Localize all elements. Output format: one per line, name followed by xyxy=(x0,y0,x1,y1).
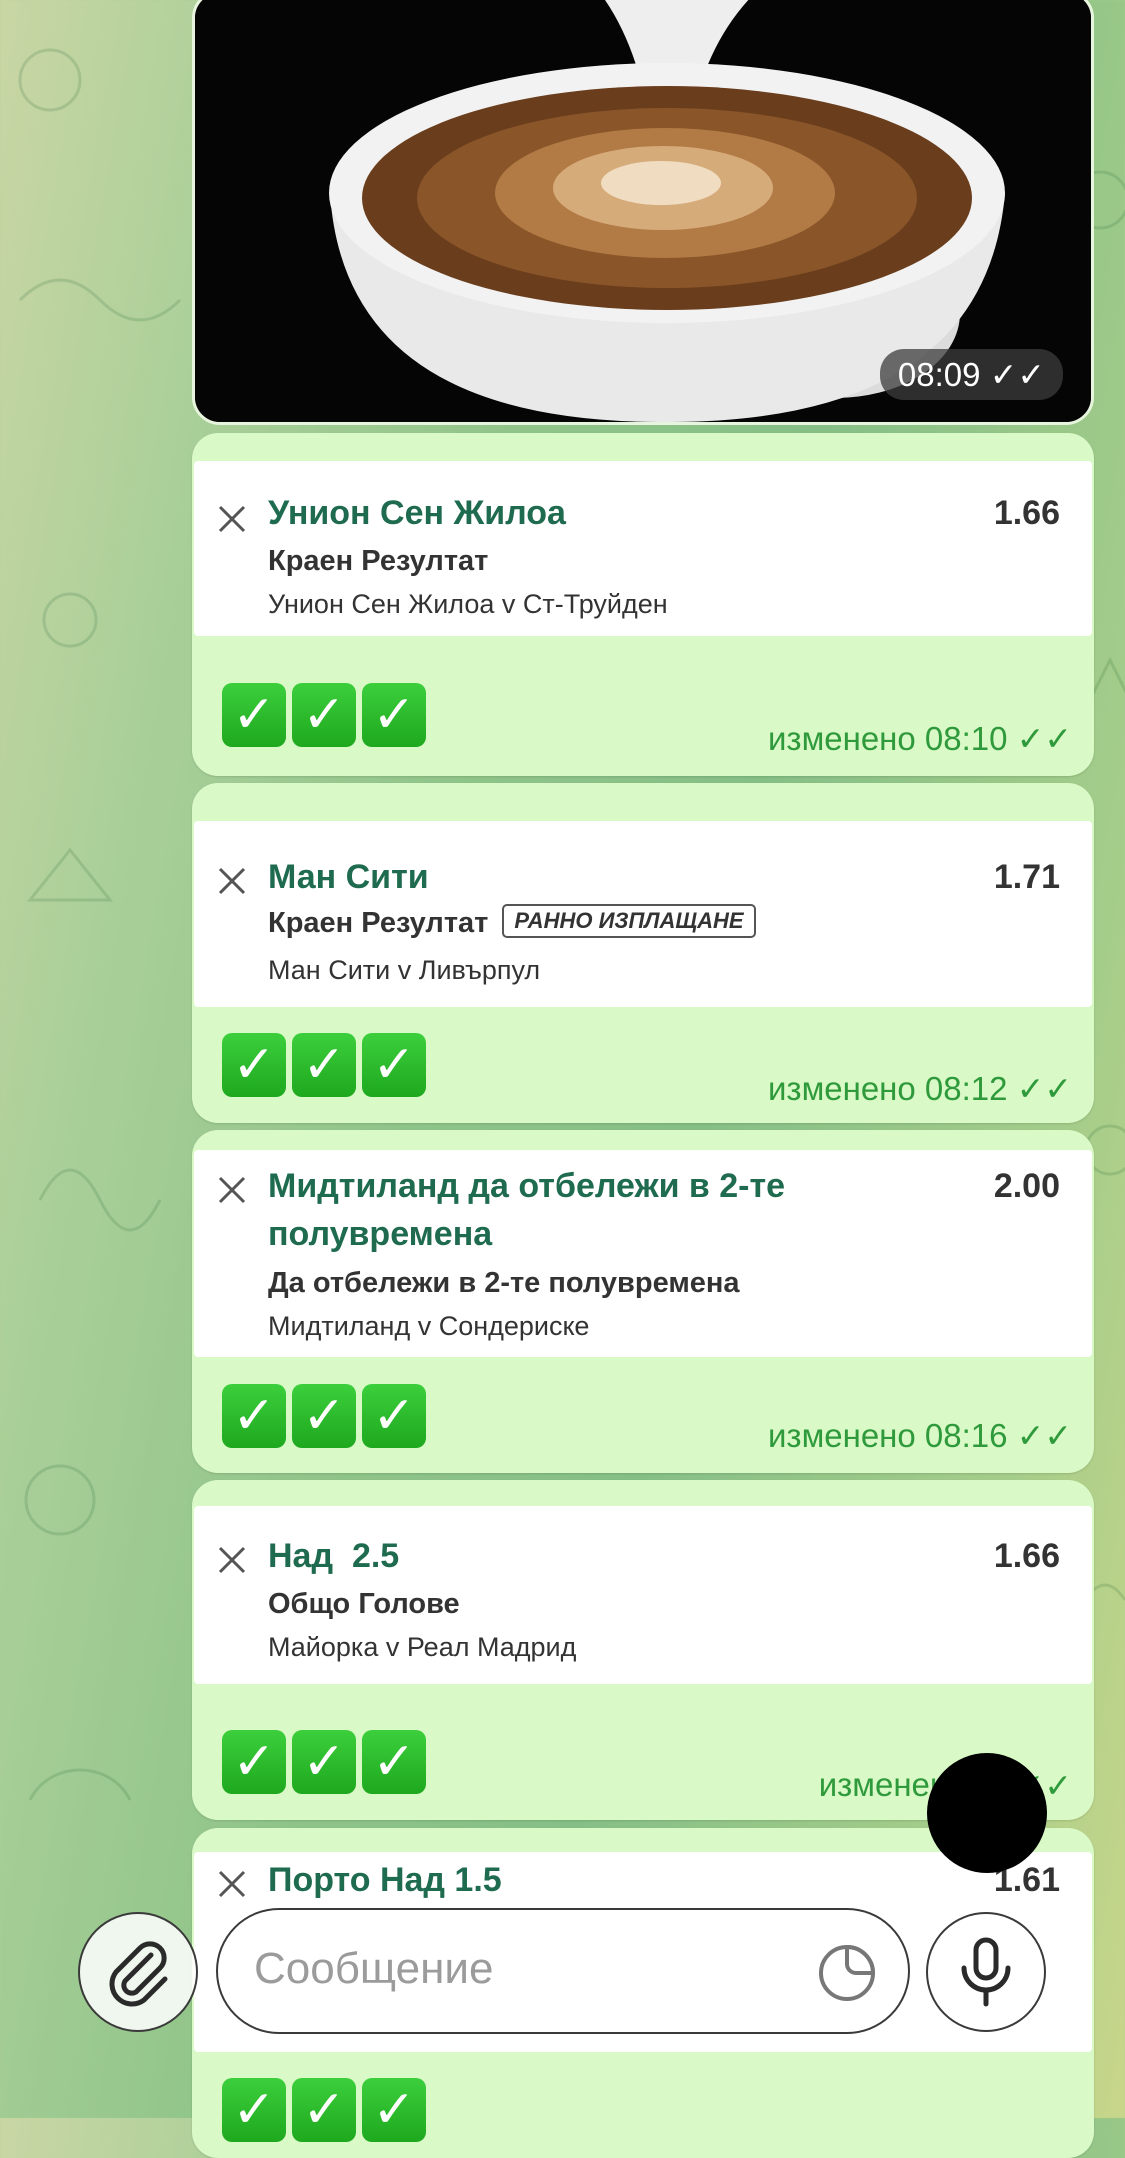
microphone-button[interactable] xyxy=(926,1912,1046,2032)
check-mark-icon: ✓ xyxy=(222,1730,286,1794)
message-placeholder: Сообщение xyxy=(254,1944,494,1993)
bet-selection: Мидтиланд да отбележи в 2-те полувремена xyxy=(268,1167,786,1253)
bet-match: Майорка v Реал Мадрид xyxy=(268,1632,577,1662)
close-icon xyxy=(218,1870,246,1898)
bet-card: Мидтиланд да отбележи в 2-те полувремена… xyxy=(194,1150,1092,1357)
check-mark-icon: ✓ xyxy=(222,1033,286,1097)
bet-market: Общо Голове xyxy=(268,1588,460,1620)
check-mark-icon: ✓ xyxy=(292,1730,356,1794)
floating-black-circle xyxy=(927,1753,1047,1873)
attach-button[interactable] xyxy=(78,1912,198,2032)
microphone-icon xyxy=(961,1937,1011,2007)
bet-market: Краен Резултат xyxy=(268,545,489,577)
check-mark-icon: ✓ xyxy=(292,683,356,747)
bet-match: Унион Сен Жилоа v Ст-Труйден xyxy=(268,589,668,619)
bet-market: Да отбележи в 2-те полувремена xyxy=(268,1267,740,1299)
check-mark-icon: ✓ xyxy=(362,1033,426,1097)
bet-message-1[interactable]: Унион Сен Жилоа 1.66 Краен Резултат Унио… xyxy=(192,433,1094,776)
bet-card: Ман Сити 1.71 Краен Резултат РАННО ИЗПЛАЩ… xyxy=(194,821,1092,1007)
check-marks: ✓ ✓ ✓ xyxy=(222,2078,426,2142)
check-mark-icon: ✓ xyxy=(292,2078,356,2142)
double-check-icon: ✓✓ xyxy=(1016,1070,1072,1107)
close-icon xyxy=(218,1176,246,1204)
bet-message-3[interactable]: Мидтиланд да отбележи в 2-те полувремена… xyxy=(192,1130,1094,1473)
check-marks: ✓ ✓ ✓ xyxy=(222,683,426,747)
bet-match: Мидтиланд v Сондерискe xyxy=(268,1311,590,1341)
check-mark-icon: ✓ xyxy=(292,1384,356,1448)
close-icon xyxy=(218,867,246,895)
bet-message-2[interactable]: Ман Сити 1.71 Краен Резултат РАННО ИЗПЛАЩ… xyxy=(192,783,1094,1123)
check-mark-icon: ✓ xyxy=(222,2078,286,2142)
bet-market: Краен Резултат РАННО ИЗПЛАЩАНЕ xyxy=(268,904,756,941)
bet-odds: 2.00 xyxy=(993,1167,1060,1205)
bet-odds: 1.66 xyxy=(993,1537,1060,1575)
message-time-badge: 08:09 ✓✓ xyxy=(879,349,1063,400)
double-check-icon: ✓✓ xyxy=(1016,720,1072,757)
close-icon xyxy=(218,505,246,533)
bet-card: Унион Сен Жилоа 1.66 Краен Резултат Унио… xyxy=(194,461,1092,636)
check-marks: ✓ ✓ ✓ xyxy=(222,1033,426,1097)
bet-selection: Ман Сити xyxy=(268,858,429,896)
check-marks: ✓ ✓ ✓ xyxy=(222,1730,426,1794)
close-icon xyxy=(218,1546,246,1574)
check-mark-icon: ✓ xyxy=(362,2078,426,2142)
bet-odds: 1.66 xyxy=(993,494,1060,532)
bet-selection: Над 2.5 xyxy=(268,1537,400,1575)
bet-selection: Унион Сен Жилоа xyxy=(268,494,566,532)
bet-selection: Порто Над 1.5 xyxy=(268,1861,502,1899)
sticker-icon[interactable] xyxy=(816,1942,878,2004)
message-input[interactable]: Сообщение xyxy=(216,1908,910,2034)
edited-time: изменено 08:12 ✓✓ xyxy=(768,1070,1072,1107)
message-time: 08:09 xyxy=(897,356,981,393)
check-mark-icon: ✓ xyxy=(362,1384,426,1448)
check-mark-icon: ✓ xyxy=(222,1384,286,1448)
bet-card: Над 2.5 1.66 Общо Голове Майорка v Реал … xyxy=(194,1506,1092,1684)
paperclip-icon xyxy=(109,1941,168,2007)
check-mark-icon: ✓ xyxy=(362,683,426,747)
check-marks: ✓ ✓ ✓ xyxy=(222,1384,426,1448)
message-input-bar: Сообщение xyxy=(0,1900,1125,2050)
double-check-icon: ✓✓ xyxy=(1016,1417,1072,1454)
check-mark-icon: ✓ xyxy=(292,1033,356,1097)
edited-time: изменено 08:16 ✓✓ xyxy=(768,1417,1072,1454)
check-mark-icon: ✓ xyxy=(222,683,286,747)
early-payout-badge: РАННО ИЗПЛАЩАНЕ xyxy=(502,904,756,939)
edited-time: изменено 08:10 ✓✓ xyxy=(768,720,1072,757)
double-check-icon: ✓✓ xyxy=(989,356,1045,393)
bet-odds: 1.71 xyxy=(993,858,1060,896)
check-mark-icon: ✓ xyxy=(362,1730,426,1794)
coffee-image-message[interactable]: 08:09 ✓✓ xyxy=(192,0,1094,425)
bet-match: Ман Сити v Ливърпул xyxy=(268,955,541,985)
